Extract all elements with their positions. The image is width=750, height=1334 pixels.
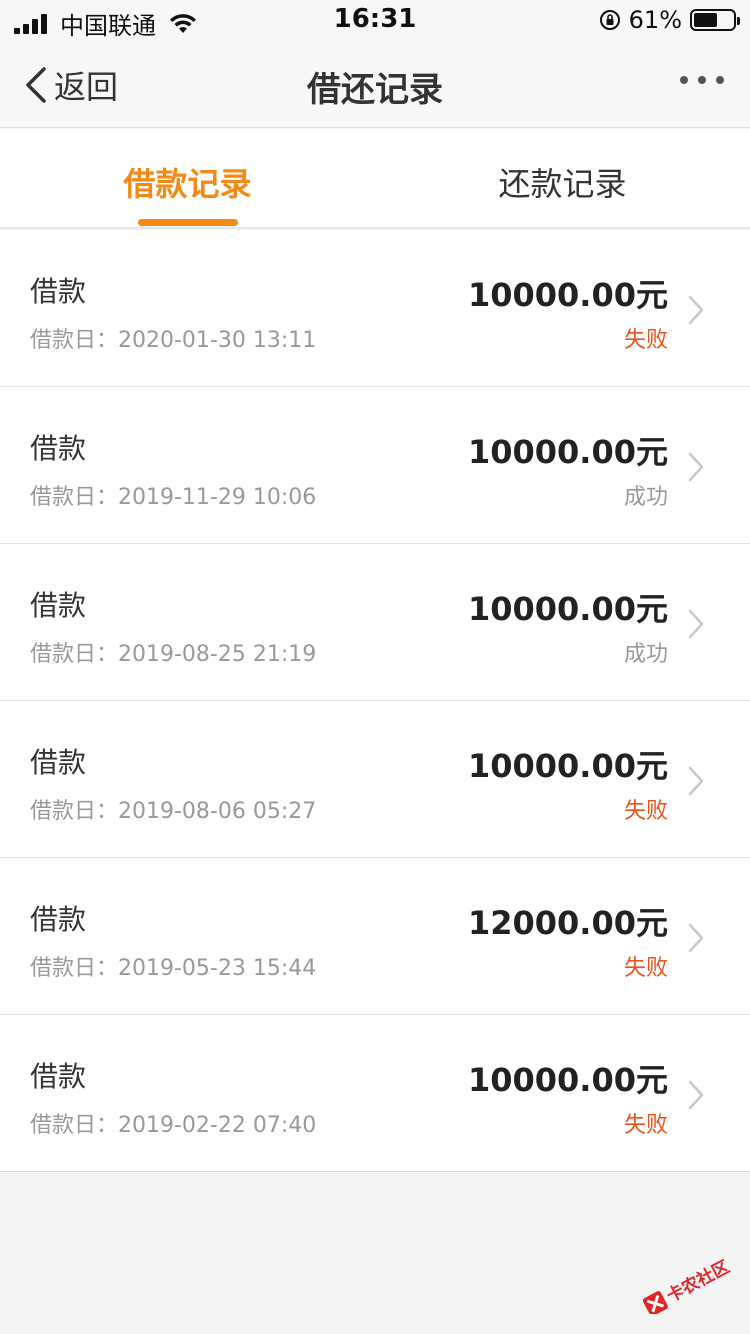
status-right: 61% <box>599 6 740 34</box>
record-amount: 10000.00元 <box>467 747 668 785</box>
status-bar: 中国联通 16:31 61% <box>0 0 750 40</box>
chevron-right-icon <box>688 1080 704 1110</box>
record-status: 失败 <box>623 1113 668 1138</box>
tab-label: 还款记录 <box>498 165 627 203</box>
record-type: 借款 <box>30 746 87 779</box>
record-date: 借款日：2019-05-23 15:44 <box>30 956 317 981</box>
record-type: 借款 <box>30 589 87 622</box>
record-type: 借款 <box>30 275 87 308</box>
chevron-right-icon <box>688 295 704 325</box>
record-status: 成功 <box>623 642 668 667</box>
battery-percent: 61% <box>628 6 682 34</box>
list-item[interactable]: 借款 借款日：2020-01-30 13:11 10000.00元 失败 <box>0 230 750 387</box>
record-status: 失败 <box>623 956 668 981</box>
record-date: 借款日：2020-01-30 13:11 <box>30 328 317 353</box>
record-status: 失败 <box>623 328 668 353</box>
chevron-right-icon <box>688 766 704 796</box>
list-item[interactable]: 借款 借款日：2019-11-29 10:06 10000.00元 成功 <box>0 387 750 544</box>
record-amount: 10000.00元 <box>467 1061 668 1099</box>
rotation-lock-icon <box>599 10 620 30</box>
record-date: 借款日：2019-08-06 05:27 <box>30 799 317 824</box>
tab-label: 借款记录 <box>123 165 252 203</box>
list-item[interactable]: 借款 借款日：2019-05-23 15:44 12000.00元 失败 <box>0 858 750 1015</box>
tab-repayment-records[interactable]: 还款记录 <box>375 129 750 229</box>
record-type: 借款 <box>30 1060 87 1093</box>
record-amount: 12000.00元 <box>467 904 668 942</box>
loan-record-list: 借款 借款日：2020-01-30 13:11 10000.00元 失败 借款 … <box>0 230 750 1172</box>
more-dot-icon <box>716 76 724 84</box>
record-type: 借款 <box>30 432 87 465</box>
record-amount: 10000.00元 <box>467 590 668 628</box>
record-date: 借款日：2019-02-22 07:40 <box>30 1113 317 1138</box>
record-tabs: 借款记录 还款记录 <box>0 129 750 229</box>
battery-level <box>694 13 718 27</box>
back-button[interactable]: 返回 <box>22 62 118 108</box>
chevron-right-icon <box>688 452 704 482</box>
watermark-logo: 卡农社区 <box>642 1256 733 1314</box>
navigation-bar: 返回 借还记录 <box>0 40 750 128</box>
list-item[interactable]: 借款 借款日：2019-02-22 07:40 10000.00元 失败 <box>0 1015 750 1172</box>
record-status: 成功 <box>623 485 668 510</box>
back-label: 返回 <box>54 68 119 106</box>
record-type: 借款 <box>30 903 87 936</box>
list-item[interactable]: 借款 借款日：2019-08-25 21:19 10000.00元 成功 <box>0 544 750 701</box>
active-tab-indicator <box>138 219 238 226</box>
chevron-right-icon <box>688 609 704 639</box>
more-dot-icon <box>680 76 688 84</box>
list-item[interactable]: 借款 借款日：2019-08-06 05:27 10000.00元 失败 <box>0 701 750 858</box>
chevron-right-icon <box>688 923 704 953</box>
record-status: 失败 <box>623 799 668 824</box>
record-date: 借款日：2019-08-25 21:19 <box>30 642 317 667</box>
more-dot-icon <box>698 76 706 84</box>
more-options-button[interactable] <box>670 76 724 84</box>
record-amount: 10000.00元 <box>467 433 668 471</box>
watermark-text: 卡农社区 <box>663 1256 733 1306</box>
chevron-left-icon <box>26 67 46 103</box>
record-date: 借款日：2019-11-29 10:06 <box>30 485 317 510</box>
battery-icon <box>690 9 740 31</box>
record-amount: 10000.00元 <box>467 276 668 314</box>
tab-loan-records[interactable]: 借款记录 <box>0 129 375 229</box>
